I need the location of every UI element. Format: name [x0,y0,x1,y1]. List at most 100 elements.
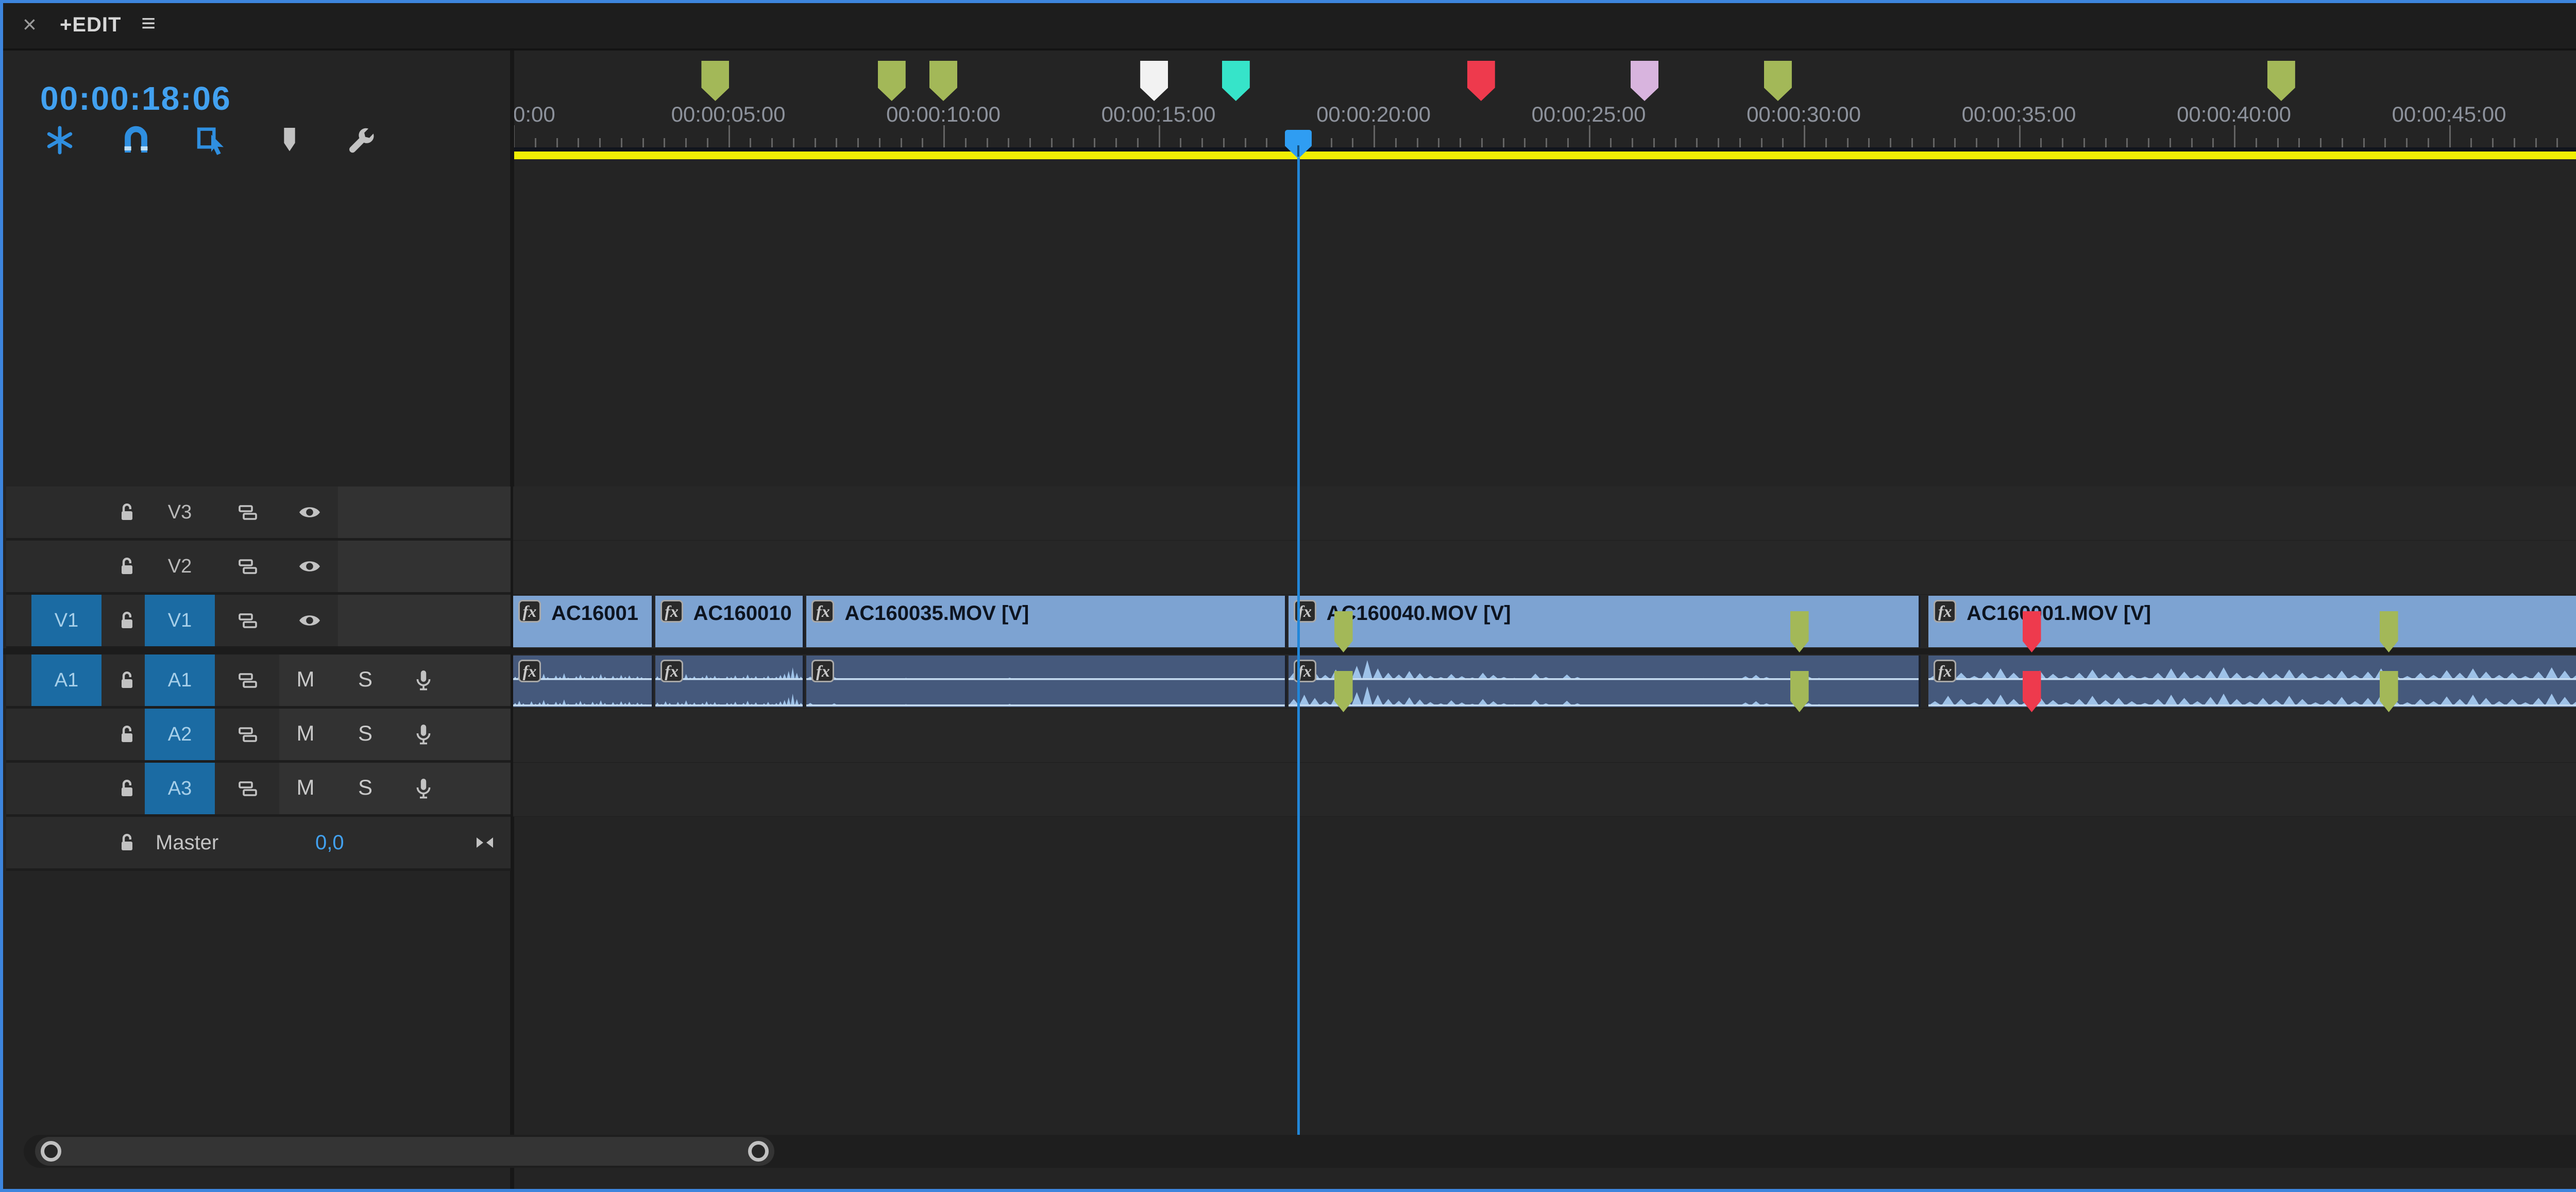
ruler-tick [1546,138,1547,148]
sequence-marker-olive[interactable] [1764,61,1792,101]
sync-lock-icon[interactable] [235,776,260,801]
ruler-label: 00:00:40:00 [2177,102,2291,127]
playhead-head[interactable] [1285,130,1312,159]
ruler-tick [1029,138,1031,148]
track-target-a2[interactable]: A2 [145,709,215,760]
track-target-v2[interactable]: V2 [145,541,215,592]
mic-icon[interactable] [411,722,436,747]
lock-icon[interactable] [114,668,139,693]
ruler-label: 00:00:00 [513,102,555,127]
lock-icon[interactable] [114,722,139,747]
ruler-tick [599,138,601,148]
video-clip[interactable]: fxAC160035.MOV [V] [806,596,1287,647]
panel-close-icon[interactable]: × [23,10,37,38]
audio-clip[interactable]: fx [513,656,654,707]
timeline-lane-v3[interactable] [513,486,2576,541]
ruler-tick [621,138,622,148]
ruler-tick [2256,138,2257,148]
audio-clip[interactable]: fx [655,656,805,707]
ruler-tick [1503,138,1504,148]
eye-icon[interactable] [297,608,322,633]
sequence-marker-red[interactable] [1467,61,1495,101]
video-clip[interactable]: fxAC160040.MOV [V] [1289,596,1921,647]
track-header-v3[interactable]: V3 [6,486,511,541]
mute-button[interactable]: M [293,721,318,746]
lock-icon[interactable] [114,830,139,855]
audio-clip[interactable]: fx [1289,656,1921,707]
ruler-tick [2470,138,2472,148]
ruler-tick [1997,138,1999,148]
sequence-marker-olive[interactable] [701,61,729,101]
track-header-a2[interactable]: A2 M S [6,709,511,763]
sync-lock-icon[interactable] [235,500,260,525]
sequence-marker-lavender[interactable] [1631,61,1658,101]
sequence-tab[interactable]: +EDIT [60,13,121,37]
height-toggle-icon[interactable] [472,830,497,855]
sequence-marker-teal[interactable] [1222,61,1250,101]
track-target-v3[interactable]: V3 [145,486,215,538]
audio-clip[interactable]: fx [806,656,1287,707]
track-header-master[interactable]: Master0,0 [6,817,511,871]
lock-icon[interactable] [114,500,139,525]
lock-icon[interactable] [114,776,139,801]
time-ruler[interactable]: 00:00:0000:00:05:0000:00:10:0000:00:15:0… [513,51,2576,160]
track-target-v1[interactable]: V1 [145,595,215,646]
track-header-v2[interactable]: V2 [6,541,511,595]
video-clip[interactable]: fxAC160010 [655,596,805,647]
eye-icon[interactable] [297,554,322,579]
track-header-a1[interactable]: A1 A1 M S [6,654,511,709]
linked-selection-icon[interactable] [195,124,228,157]
add-marker-icon[interactable] [273,124,306,157]
snap-icon[interactable] [120,124,152,157]
timeline-lane-a3[interactable] [513,763,2576,817]
mic-icon[interactable] [411,668,436,693]
horizontal-scrollbar[interactable] [24,1135,2576,1168]
ruler-tick [1395,138,1397,148]
timeline-settings-icon[interactable] [345,124,378,157]
playhead-timecode[interactable]: 00:00:18:06 [40,79,231,117]
playhead-line[interactable] [1297,158,1300,1135]
track-header-v1[interactable]: V1 V1 [6,595,511,649]
ruler-tick [1653,138,1655,148]
lock-icon[interactable] [114,554,139,579]
sync-lock-icon[interactable] [235,608,260,633]
nest-icon[interactable] [43,124,76,157]
ruler-tick [1632,138,1633,148]
solo-button[interactable]: S [352,775,378,800]
lock-icon[interactable] [114,608,139,633]
track-header-a3[interactable]: A3 M S [6,763,511,817]
video-clip[interactable]: fxAC16001 [513,596,654,647]
sequence-marker-olive[interactable] [929,61,957,101]
track-target-a3[interactable]: A3 [145,763,215,814]
clip-name: AC160040.MOV [V] [1327,602,1511,625]
mic-icon[interactable] [411,776,436,801]
timeline-lane-v2[interactable] [513,541,2576,595]
fx-badge: fx [660,600,683,623]
ruler-tick [1352,138,1353,148]
source-patch-a1[interactable]: A1 [31,654,101,706]
horizontal-scroll-thumb[interactable] [35,1137,774,1166]
track-target-a1[interactable]: A1 [145,654,215,706]
source-patch-v1[interactable]: V1 [31,595,101,646]
panel-menu-icon[interactable]: ≡ [141,9,156,38]
sync-lock-icon[interactable] [235,722,260,747]
sync-lock-icon[interactable] [235,554,260,579]
ruler-tick [815,138,816,148]
mute-button[interactable]: M [293,775,318,800]
master-gain-value[interactable]: 0,0 [315,831,344,854]
timeline-lane-a2[interactable] [513,709,2576,763]
eye-icon[interactable] [297,500,322,525]
sequence-marker-olive[interactable] [2267,61,2295,101]
ruler-tick [750,138,751,148]
sequence-marker-white[interactable] [1140,61,1168,101]
work-area-bar[interactable] [513,152,2576,159]
mute-button[interactable]: M [293,667,318,692]
ruler-tick [707,138,708,148]
solo-button[interactable]: S [352,721,378,746]
solo-button[interactable]: S [352,667,378,692]
video-audio-split [3,648,2576,654]
sync-lock-icon[interactable] [235,668,260,693]
ruler-tick [2277,138,2279,148]
ruler-tick [1675,138,1676,148]
sequence-marker-olive[interactable] [878,61,906,101]
